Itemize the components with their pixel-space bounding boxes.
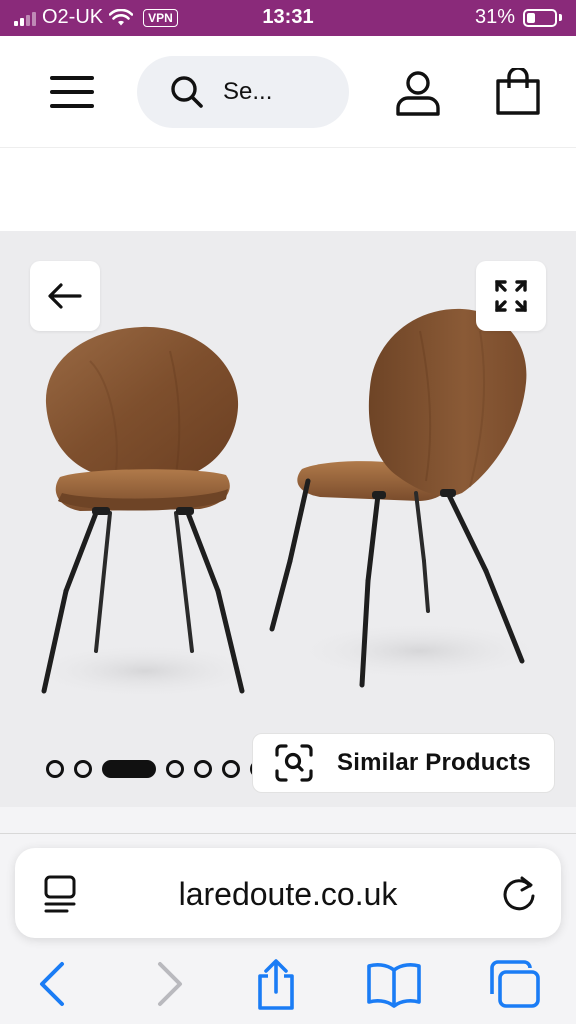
battery-icon [523,8,557,27]
pagination-dot[interactable] [46,760,64,778]
forward-icon[interactable] [144,958,192,1010]
arrow-left-icon [48,283,82,309]
pagination-dot[interactable] [222,760,240,778]
search-input[interactable] [223,78,283,106]
bookmarks-icon[interactable] [366,958,422,1010]
blank-strip [0,149,576,231]
visual-search-icon [275,744,313,782]
status-bar: O2-UK VPN 13:31 31% [0,0,576,36]
divider [0,833,576,834]
product-image-gallery[interactable]: Similar Products [0,231,576,807]
pagination-dot-active[interactable] [102,760,156,778]
share-icon[interactable] [252,958,300,1010]
battery-percent: 31% [474,6,515,28]
shopping-bag-icon[interactable] [494,68,542,116]
browser-address-bar[interactable]: laredoute.co.uk [15,848,561,938]
fullscreen-button[interactable] [476,261,546,331]
hamburger-menu-icon[interactable] [50,76,94,110]
tabs-icon[interactable] [488,958,542,1010]
browser-url[interactable]: laredoute.co.uk [15,876,561,913]
gallery-pagination [46,760,268,778]
pagination-dot[interactable] [74,760,92,778]
gallery-back-button[interactable] [30,261,100,331]
pagination-dot[interactable] [194,760,212,778]
pagination-dot[interactable] [166,760,184,778]
similar-products-label: Similar Products [337,749,531,776]
back-icon[interactable] [30,958,78,1010]
battery-group: 31% [475,6,562,29]
search-icon [171,76,203,108]
site-header [0,36,576,148]
browser-toolbar [0,950,576,1020]
search-bar[interactable] [137,56,349,128]
reload-icon[interactable] [500,874,538,912]
account-icon[interactable] [395,70,441,116]
expand-icon [495,280,527,312]
similar-products-button[interactable]: Similar Products [252,733,555,793]
